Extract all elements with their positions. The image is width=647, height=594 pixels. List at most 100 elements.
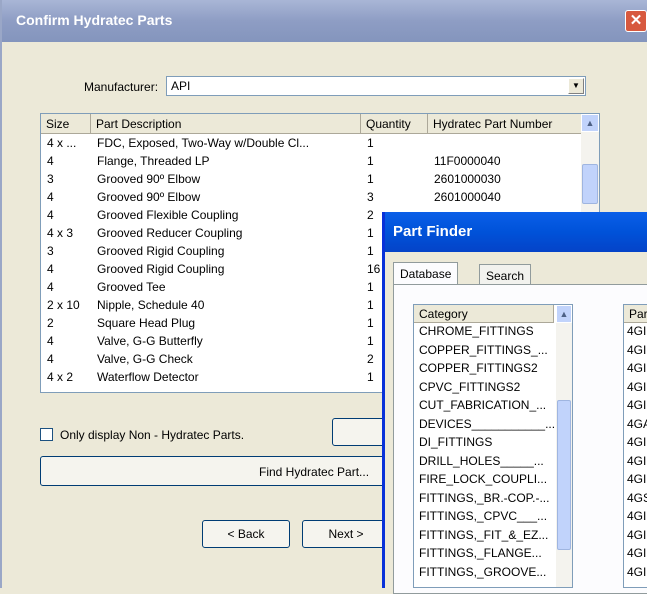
list-item[interactable]: FITTINGS,_FLANGE... — [419, 546, 542, 560]
list-item[interactable]: 4GI — [627, 435, 646, 449]
table-cell: Grooved Rigid Coupling — [97, 244, 225, 258]
chevron-up-icon[interactable]: ▲ — [556, 305, 572, 323]
table-cell: 4 — [47, 190, 54, 204]
back-button-label: < Back — [227, 527, 265, 541]
scroll-thumb[interactable] — [582, 164, 598, 204]
table-cell: 2601000030 — [434, 172, 501, 186]
category-scrollbar[interactable]: ▲ — [556, 305, 572, 587]
table-cell: Grooved Flexible Coupling — [97, 208, 239, 222]
part-finder-title-bar: Part Finder — [385, 212, 647, 252]
list-item[interactable]: 4GI — [627, 324, 646, 338]
table-cell: 4 — [47, 280, 54, 294]
table-cell: 4 x 2 — [47, 370, 74, 384]
table-cell: 2 x 10 — [47, 298, 80, 312]
grid-column-header[interactable]: Part Description — [91, 114, 361, 134]
part-finder-title: Part Finder — [393, 223, 473, 240]
list-item[interactable]: CPVC_FITTINGS2 — [419, 380, 520, 394]
non-hydratec-label: Only display Non - Hydratec Parts. — [60, 428, 245, 442]
chevron-down-icon[interactable]: ▼ — [568, 78, 584, 94]
table-cell: 3 — [47, 244, 54, 258]
table-row[interactable]: 4 Grooved 90º Elbow 3 2601000040 — [41, 188, 581, 206]
table-cell: Valve, G-G Butterfly — [97, 334, 203, 348]
list-item[interactable]: 4GI — [627, 361, 646, 375]
table-cell: FDC, Exposed, Two-Way w/Double Cl... — [97, 136, 310, 150]
list-item[interactable]: 4GI — [627, 343, 646, 357]
table-cell: 4 — [47, 262, 54, 276]
manufacturer-combobox[interactable]: API ▼ — [166, 76, 586, 96]
list-item[interactable]: COPPER_FITTINGS2 — [419, 361, 538, 375]
list-item[interactable]: 4GS — [627, 491, 647, 505]
list-item[interactable]: CUT_FABRICATION_... — [419, 398, 546, 412]
list-item[interactable]: FITTINGS,_BR.-COP.-... — [419, 491, 549, 505]
list-item[interactable]: DI_FITTINGS — [419, 435, 492, 449]
table-cell: 1 — [367, 136, 374, 150]
list-item[interactable]: 4GI — [627, 528, 646, 542]
list-item[interactable]: FIRE_LOCK_COUPLI... — [419, 472, 547, 486]
table-cell: Nipple, Schedule 40 — [97, 298, 205, 312]
table-cell: Grooved 90º Elbow — [97, 172, 201, 186]
next-button[interactable]: Next > — [302, 520, 390, 548]
scroll-thumb[interactable] — [557, 400, 571, 550]
table-cell: Square Head Plug — [97, 316, 196, 330]
table-cell: 4 — [47, 208, 54, 222]
list-item[interactable]: 4GI — [627, 398, 646, 412]
table-cell: 4 — [47, 352, 54, 366]
table-cell: Waterflow Detector — [97, 370, 199, 384]
table-cell: Grooved Reducer Coupling — [97, 226, 243, 240]
list-item[interactable]: 4GA — [627, 417, 647, 431]
list-item[interactable]: 4GI — [627, 509, 646, 523]
table-cell: 1 — [367, 154, 374, 168]
manufacturer-value: API — [171, 79, 191, 93]
list-item[interactable]: 4GI — [627, 546, 646, 560]
list-item[interactable]: FITTINGS,_GROOVE... — [419, 565, 546, 579]
list-item[interactable]: 4GI — [627, 454, 646, 468]
table-cell: 4 — [47, 154, 54, 168]
part-column-header[interactable]: Par — [624, 305, 647, 323]
window-title: Confirm Hydratec Parts — [16, 12, 173, 28]
close-button[interactable]: ✕ — [625, 10, 647, 32]
table-cell: 4 x ... — [47, 136, 77, 150]
title-bar: Confirm Hydratec Parts ✕ — [2, 0, 647, 42]
table-row[interactable]: 3 Grooved 90º Elbow 1 2601000030 — [41, 170, 581, 188]
tab-search-label: Search — [486, 269, 525, 283]
table-cell: Grooved Tee — [97, 280, 166, 294]
table-cell: 3 — [367, 190, 374, 204]
table-row[interactable]: 4 Flange, Threaded LP 1 11F0000040 — [41, 152, 581, 170]
list-item[interactable]: 4GI — [627, 472, 646, 486]
manufacturer-label: Manufacturer: — [84, 80, 159, 94]
back-button[interactable]: < Back — [202, 520, 290, 548]
tab-database[interactable]: Database — [393, 262, 459, 284]
list-item[interactable]: DEVICES___________... — [419, 417, 555, 431]
list-item[interactable]: 4GI — [627, 380, 646, 394]
table-cell: Grooved 90º Elbow — [97, 190, 201, 204]
table-cell: 2601000040 — [434, 190, 501, 204]
next-button-label: Next > — [328, 527, 364, 541]
list-item[interactable]: FITTINGS,_FIT_&_EZ... — [419, 528, 548, 542]
category-listbox[interactable]: Category CHROME_FITTINGS COPPER_FITTINGS_… — [413, 304, 573, 588]
list-item[interactable]: COPPER_FITTINGS_... — [419, 343, 548, 357]
table-cell: 11F0000040 — [434, 154, 501, 168]
category-column-header[interactable]: Category — [414, 305, 554, 323]
non-hydratec-checkbox[interactable] — [40, 428, 53, 441]
tab-search[interactable]: Search — [479, 264, 532, 284]
list-item[interactable]: CHROME_FITTINGS — [419, 324, 534, 338]
tab-database-label: Database — [400, 267, 452, 281]
table-cell: 4 x 3 — [47, 226, 74, 240]
table-cell: 3 — [47, 172, 54, 186]
list-item[interactable]: FITTINGS,_CPVC___... — [419, 509, 547, 523]
find-hydratec-part-button[interactable]: Find Hydratec Part... — [40, 456, 400, 486]
table-row[interactable]: 4 x ... FDC, Exposed, Two-Way w/Double Cl… — [41, 134, 581, 152]
table-cell: 4 — [47, 334, 54, 348]
table-cell: Flange, Threaded LP — [97, 154, 210, 168]
table-cell: Valve, G-G Check — [97, 352, 193, 366]
list-item[interactable]: 4GI — [627, 565, 646, 579]
find-button-label: Find Hydratec Part... — [259, 465, 370, 479]
grid-column-header[interactable]: Hydratec Part Number — [428, 114, 583, 134]
table-cell: Grooved Rigid Coupling — [97, 262, 225, 276]
part-finder-window: Part Finder Database Search Category CHR… — [382, 212, 647, 594]
grid-column-header[interactable]: Size — [41, 114, 91, 134]
grid-column-header[interactable]: Quantity — [361, 114, 428, 134]
chevron-up-icon[interactable]: ▲ — [581, 114, 599, 132]
parts-listbox[interactable]: Par 4GI 4GI 4GI 4GI 4GI 4GA 4GI 4GI 4GI 4GS 4GI 4GI… — [623, 304, 647, 588]
list-item[interactable]: DRILL_HOLES_____... — [419, 454, 544, 468]
